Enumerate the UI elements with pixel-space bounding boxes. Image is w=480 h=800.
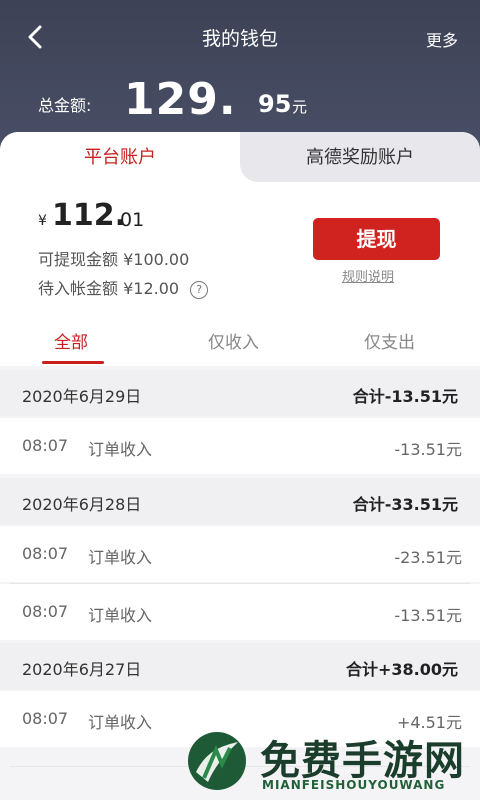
tab-expense-only[interactable]: 仅支出 [364,328,415,353]
withdrawable-amount: 可提现金额 ¥100.00 [38,246,189,270]
transaction-time: 08:07 [22,709,69,728]
tab-amap-reward-account[interactable]: 高德奖励账户 [240,132,480,182]
transaction-row[interactable]: 08:07 订单收入 -13.51元 [0,418,480,474]
total-amount-label: 总金额: [38,96,92,115]
filter-tabs: 全部 仅收入 仅支出 [0,312,480,366]
tab-all[interactable]: 全部 [54,328,88,353]
group-total: 合计-33.51元 [352,495,458,514]
date-group-header: 2020年6月29日 合计-13.51元 [0,370,480,416]
site-watermark: 免费手游网 MIANFEISHOUYOUWANG [178,728,478,800]
account-tabs: 平台账户 高德奖励账户 [0,132,480,182]
pending-label: 待入帐金额 [38,279,119,298]
transaction-desc: 订单收入 [88,713,153,732]
transaction-amount: -23.51元 [394,548,462,567]
total-amount-integer: 129. [124,74,237,125]
transaction-row[interactable]: 08:07 订单收入 -23.51元 [0,526,480,582]
withdrawable-value: ¥100.00 [123,250,190,269]
transaction-desc: 订单收入 [88,606,153,625]
total-amount-unit: 元 [292,98,308,116]
balance-currency: ¥ [38,213,47,229]
transaction-desc: 订单收入 [88,548,153,567]
transaction-time: 08:07 [22,602,69,621]
tab-platform-account[interactable]: 平台账户 [0,132,240,182]
watermark-logo-icon [188,732,246,790]
group-date: 2020年6月27日 [22,660,142,679]
transaction-desc: 订单收入 [88,440,153,459]
page-title: 我的钱包 [201,28,278,50]
more-button[interactable]: 更多 [426,27,458,51]
pending-amount: 待入帐金额 ¥12.00 ? [38,275,209,299]
watermark-subtext: MIANFEISHOUYOUWANG [262,778,446,792]
active-tab-indicator [42,361,104,364]
balance-decimal: 01 [120,209,145,231]
withdraw-button[interactable]: 提现 [313,218,440,260]
total-amount-decimal: 95 [258,90,292,118]
group-total: 合计+38.00元 [345,660,458,679]
transaction-time: 08:07 [22,436,69,455]
pending-value: ¥12.00 [123,279,180,298]
transaction-time: 08:07 [22,544,69,563]
help-icon[interactable]: ? [190,281,209,299]
rules-link[interactable]: 规则说明 [342,266,394,285]
group-date: 2020年6月28日 [22,495,142,514]
withdrawable-label: 可提现金额 [38,250,119,269]
transaction-row[interactable]: 08:07 订单收入 -13.51元 [0,584,480,640]
tab-income-only[interactable]: 仅收入 [208,328,259,353]
group-date: 2020年6月29日 [22,387,142,406]
transaction-amount: -13.51元 [394,440,462,459]
group-total: 合计-13.51元 [352,387,458,406]
balance-integer: 112. [52,198,127,233]
transaction-amount: -13.51元 [394,606,462,625]
date-group-header: 2020年6月28日 合计-33.51元 [0,478,480,524]
date-group-header: 2020年6月27日 合计+38.00元 [0,643,480,689]
